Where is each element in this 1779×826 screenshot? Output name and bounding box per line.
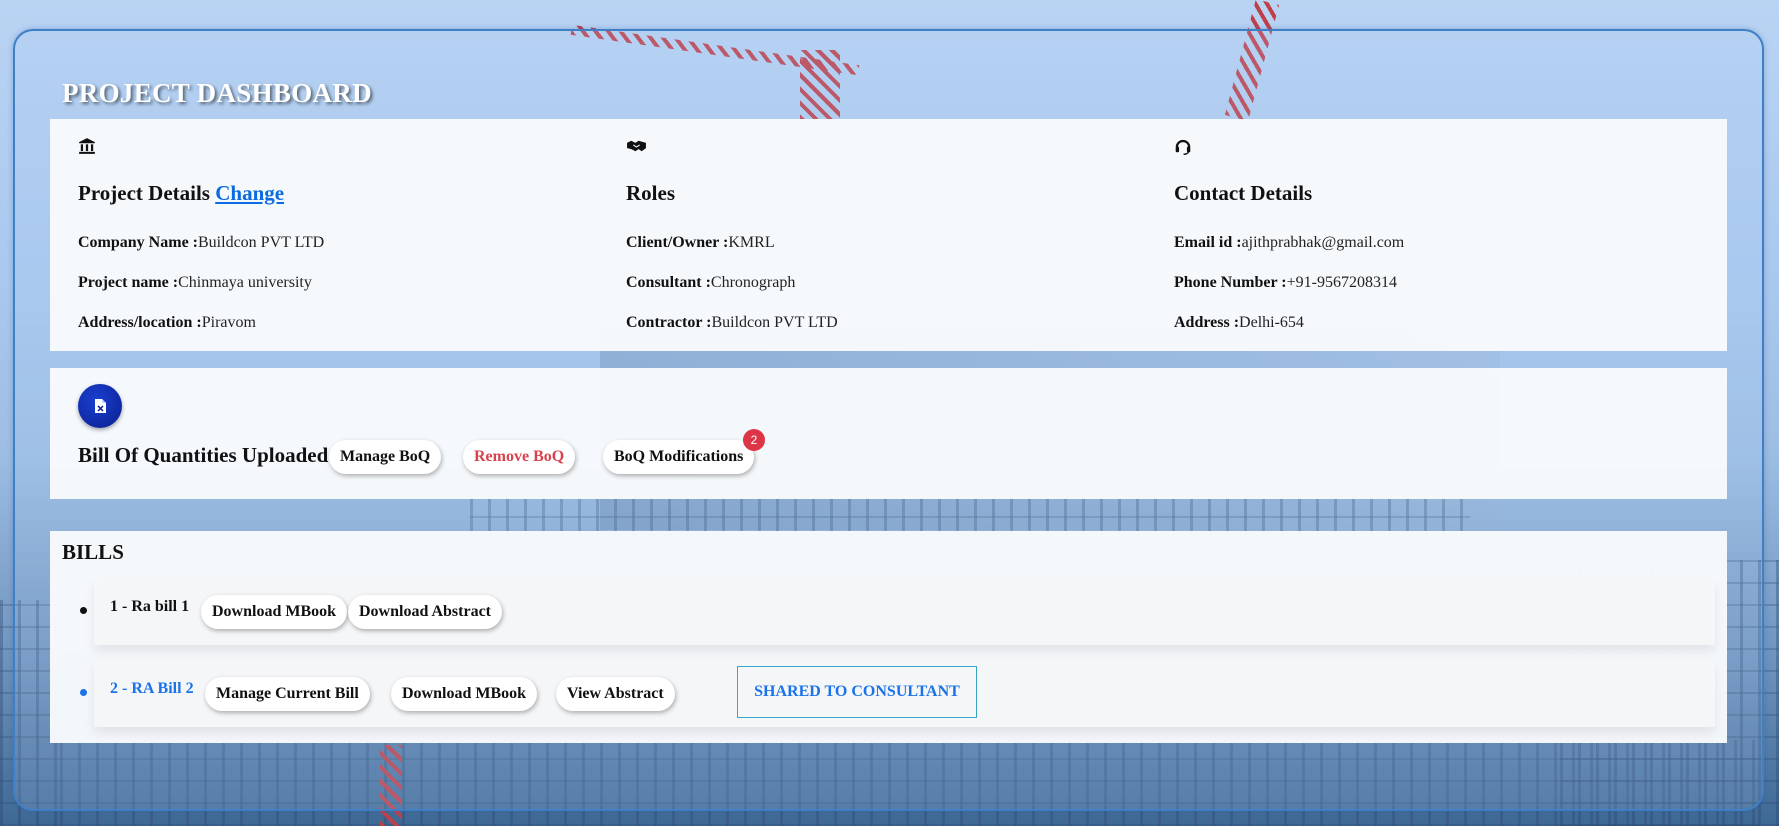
field-label: Address :: [1174, 314, 1240, 331]
field-value: Delhi-654: [1239, 314, 1304, 331]
address-location-row: Address/location :Piravom: [78, 314, 256, 332]
client-owner-row: Client/Owner :KMRL: [626, 234, 775, 252]
contact-details-heading: Contact Details: [1174, 181, 1313, 205]
bill-label[interactable]: 2 - RA Bill 2: [110, 680, 194, 698]
download-abstract-button[interactable]: Download Abstract: [348, 595, 503, 629]
bills-title: BILLS: [62, 540, 124, 564]
project-info-card: Project Details Change Company Name :Bui…: [50, 119, 1727, 351]
bank-icon: [79, 138, 95, 154]
field-value: Chronograph: [710, 274, 796, 291]
project-details-heading: Project Details Change: [78, 181, 285, 205]
field-value: Piravom: [201, 314, 256, 331]
boq-modifications-button[interactable]: BoQ Modifications: [603, 440, 755, 474]
field-label: Phone Number :: [1174, 274, 1287, 291]
phone-row: Phone Number :+91-9567208314: [1174, 274, 1397, 292]
email-row: Email id :ajithprabhak@gmail.com: [1174, 234, 1404, 252]
company-name-row: Company Name :Buildcon PVT LTD: [78, 234, 324, 252]
project-name-row: Project name :Chinmaya university: [78, 274, 312, 292]
download-mbook-button[interactable]: Download MBook: [391, 677, 538, 711]
field-value: KMRL: [728, 234, 775, 251]
list-bullet: [80, 689, 87, 696]
roles-heading: Roles: [626, 181, 675, 205]
boq-upload-button[interactable]: [78, 384, 122, 428]
handshake-icon: [627, 140, 646, 152]
consultant-row: Consultant :Chronograph: [626, 274, 795, 292]
bill-row-2: 2 - RA Bill 2 Manage Current Bill Downlo…: [94, 661, 1715, 727]
field-label: Address/location :: [78, 314, 202, 331]
bill-label: 1 - Ra bill 1: [110, 598, 190, 615]
bills-card: BILLS 1 - Ra bill 1 Download MBook Downl…: [50, 531, 1727, 743]
field-value: Buildcon PVT LTD: [711, 314, 838, 331]
field-label: Client/Owner :: [626, 234, 729, 251]
field-label: Email id :: [1174, 234, 1242, 251]
field-label: Contractor :: [626, 314, 712, 331]
field-value: ajithprabhak@gmail.com: [1241, 234, 1405, 251]
remove-boq-button[interactable]: Remove BoQ: [463, 440, 576, 474]
manage-current-bill-button[interactable]: Manage Current Bill: [205, 677, 370, 711]
contact-address-row: Address :Delhi-654: [1174, 314, 1304, 332]
field-label: Company Name :: [78, 234, 198, 251]
view-abstract-button[interactable]: View Abstract: [556, 677, 675, 711]
list-bullet: [80, 607, 87, 614]
page-title: PROJECT DASHBOARD: [62, 78, 372, 108]
field-value: Chinmaya university: [178, 274, 312, 291]
modifications-count-badge: 2: [743, 429, 765, 451]
boq-title: Bill Of Quantities Uploaded: [78, 443, 329, 467]
bill-row-1: 1 - Ra bill 1 Download MBook Download Ab…: [94, 579, 1715, 645]
excel-file-icon: [95, 399, 106, 413]
field-value: Buildcon PVT LTD: [198, 234, 325, 251]
download-mbook-button[interactable]: Download MBook: [201, 595, 348, 629]
field-label: Project name :: [78, 274, 179, 291]
shared-status-badge: SHARED TO CONSULTANT: [737, 666, 977, 718]
field-label: Consultant :: [626, 274, 711, 291]
boq-card: Bill Of Quantities Uploaded Manage BoQ R…: [50, 368, 1727, 499]
manage-boq-button[interactable]: Manage BoQ: [329, 440, 442, 474]
change-project-link[interactable]: Change: [215, 181, 284, 205]
contractor-row: Contractor :Buildcon PVT LTD: [626, 314, 838, 332]
field-value: +91-9567208314: [1286, 274, 1397, 291]
headset-icon: [1175, 139, 1191, 155]
